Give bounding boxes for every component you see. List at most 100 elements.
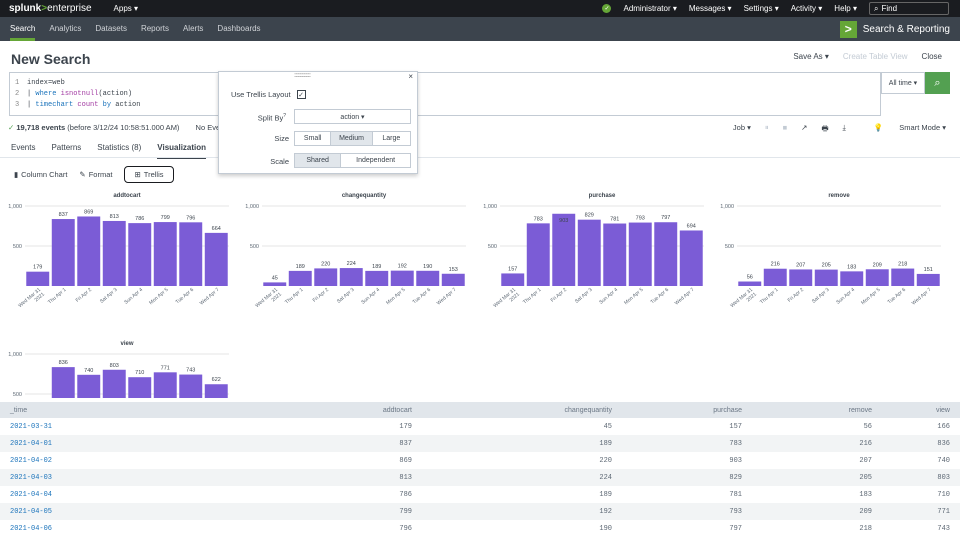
- app-nav-alerts[interactable]: Alerts: [183, 17, 203, 41]
- use-trellis-checkbox[interactable]: ✓: [296, 90, 306, 99]
- split-by-dropdown[interactable]: action ▾: [294, 109, 411, 124]
- chart-bar[interactable]: [628, 222, 652, 286]
- chart-bar[interactable]: [416, 270, 440, 286]
- chart-bar[interactable]: [26, 271, 50, 286]
- activity-menu[interactable]: Activity ▾: [791, 4, 823, 13]
- data-label: 218: [898, 262, 907, 268]
- chart-bar[interactable]: [679, 230, 703, 286]
- app-nav-reports[interactable]: Reports: [141, 17, 169, 41]
- chart-bar[interactable]: [204, 384, 228, 398]
- chart-bar[interactable]: [763, 268, 787, 286]
- print-icon[interactable]: 🖶: [821, 123, 828, 136]
- column-header-purchase[interactable]: purchase: [612, 407, 742, 414]
- chart-bar[interactable]: [339, 268, 363, 286]
- splunk-logo[interactable]: splunk>enterprise: [9, 3, 92, 14]
- chart-bar[interactable]: [128, 223, 152, 286]
- help-menu[interactable]: Help ▾: [834, 4, 857, 13]
- chart-bar[interactable]: [441, 273, 465, 286]
- size-small-option[interactable]: Small: [295, 132, 332, 145]
- chart-bar[interactable]: [204, 232, 228, 286]
- x-tick-label: Sun Apr 4: [835, 287, 856, 306]
- page-title: New Search: [11, 51, 91, 67]
- chart-bar[interactable]: [288, 270, 312, 286]
- chart-bar[interactable]: [865, 269, 889, 286]
- app-nav-datasets[interactable]: Datasets: [95, 17, 127, 41]
- chart-bar[interactable]: [102, 369, 126, 398]
- chart-bar[interactable]: [738, 281, 762, 286]
- size-large-option[interactable]: Large: [373, 132, 410, 145]
- format-button[interactable]: ✎ Format: [79, 166, 112, 183]
- table-cell-time[interactable]: 2021-04-02: [0, 457, 200, 465]
- table-cell-time[interactable]: 2021-04-05: [0, 508, 200, 516]
- chart-bar[interactable]: [390, 270, 414, 286]
- scale-independent-option[interactable]: Independent: [341, 154, 410, 167]
- search-mode-menu[interactable]: 💡 Smart Mode ▾: [860, 123, 946, 136]
- chart-bar[interactable]: [263, 282, 287, 286]
- chart-bar[interactable]: [314, 268, 338, 286]
- chart-bar[interactable]: [840, 271, 864, 286]
- save-as-button[interactable]: Save As ▾: [793, 52, 829, 61]
- find-input[interactable]: ⌕ Find: [869, 2, 949, 15]
- chart-bar[interactable]: [501, 273, 525, 286]
- column-header-view[interactable]: view: [872, 407, 950, 414]
- chart-bar[interactable]: [814, 269, 838, 286]
- chart-bar[interactable]: [51, 219, 75, 286]
- app-nav-dashboards[interactable]: Dashboards: [217, 17, 260, 41]
- y-tick-label: 500: [13, 244, 22, 250]
- scale-shared-option[interactable]: Shared: [295, 154, 342, 167]
- user-menu[interactable]: Administrator ▾: [623, 4, 676, 13]
- trellis-button[interactable]: ⊞ Trellis: [124, 166, 174, 183]
- chart-bar[interactable]: [603, 223, 627, 286]
- app-nav-search[interactable]: Search: [10, 17, 36, 41]
- health-status-icon[interactable]: ✓: [602, 4, 612, 13]
- job-menu[interactable]: Job ▾: [733, 123, 751, 136]
- chart-type-button[interactable]: ▮ Column Chart: [14, 166, 67, 183]
- chart-bar[interactable]: [891, 268, 915, 286]
- chart-bar[interactable]: [552, 213, 576, 286]
- search-query-editor[interactable]: 1 index=web 2 | where isnotnull(action) …: [9, 72, 881, 116]
- table-cell-time[interactable]: 2021-04-01: [0, 440, 200, 448]
- chart-bar[interactable]: [789, 269, 813, 286]
- chart-bar[interactable]: [916, 273, 940, 286]
- table-cell-time[interactable]: 2021-04-03: [0, 474, 200, 482]
- chart-bar[interactable]: [77, 374, 101, 398]
- share-icon[interactable]: ↗: [801, 123, 807, 136]
- stop-icon[interactable]: ■: [783, 123, 788, 136]
- drag-handle[interactable]: ::::::::::::::::::::::::: [294, 73, 311, 79]
- table-cell-time[interactable]: 2021-04-04: [0, 491, 200, 499]
- column-header-remove[interactable]: remove: [742, 407, 872, 414]
- table-cell: 209: [859, 507, 872, 516]
- create-table-view-button[interactable]: Create Table View: [843, 52, 908, 61]
- column-header-changequantity[interactable]: changequantity: [412, 407, 612, 414]
- chart-bar[interactable]: [179, 222, 203, 286]
- chart-bar[interactable]: [365, 270, 389, 286]
- settings-menu[interactable]: Settings ▾: [744, 4, 779, 13]
- time-range-picker[interactable]: All time ▾: [881, 72, 925, 94]
- info-icon[interactable]: ?: [283, 113, 286, 119]
- chart-bar[interactable]: [153, 372, 177, 398]
- column-header-addtocart[interactable]: addtocart: [200, 407, 412, 414]
- chart-bar[interactable]: [526, 223, 550, 286]
- apps-menu[interactable]: Apps ▾: [114, 4, 138, 13]
- chart-bar[interactable]: [128, 377, 152, 398]
- chart-bar[interactable]: [51, 367, 75, 398]
- chart-bar[interactable]: [654, 222, 678, 286]
- chart-bar[interactable]: [77, 216, 101, 286]
- x-tick-label: Wed Apr 7: [436, 287, 458, 307]
- size-medium-option[interactable]: Medium: [331, 132, 373, 145]
- column-header-time[interactable]: _time: [0, 407, 200, 414]
- messages-menu[interactable]: Messages ▾: [689, 4, 732, 13]
- search-button[interactable]: ⌕: [925, 72, 950, 94]
- table-cell-time[interactable]: 2021-03-31: [0, 423, 200, 431]
- export-icon[interactable]: ⤓: [843, 123, 846, 136]
- chart-bar[interactable]: [153, 222, 177, 286]
- chart-bar[interactable]: [577, 219, 601, 286]
- close-icon[interactable]: ×: [408, 72, 413, 81]
- close-button[interactable]: Close: [922, 52, 942, 61]
- app-brand[interactable]: > Search & Reporting: [839, 17, 950, 41]
- chart-bar[interactable]: [102, 220, 126, 286]
- chart-bar[interactable]: [179, 374, 203, 398]
- pause-icon[interactable]: ⏸: [765, 123, 769, 136]
- table-cell-time[interactable]: 2021-04-06: [0, 525, 200, 533]
- app-nav-analytics[interactable]: Analytics: [49, 17, 81, 41]
